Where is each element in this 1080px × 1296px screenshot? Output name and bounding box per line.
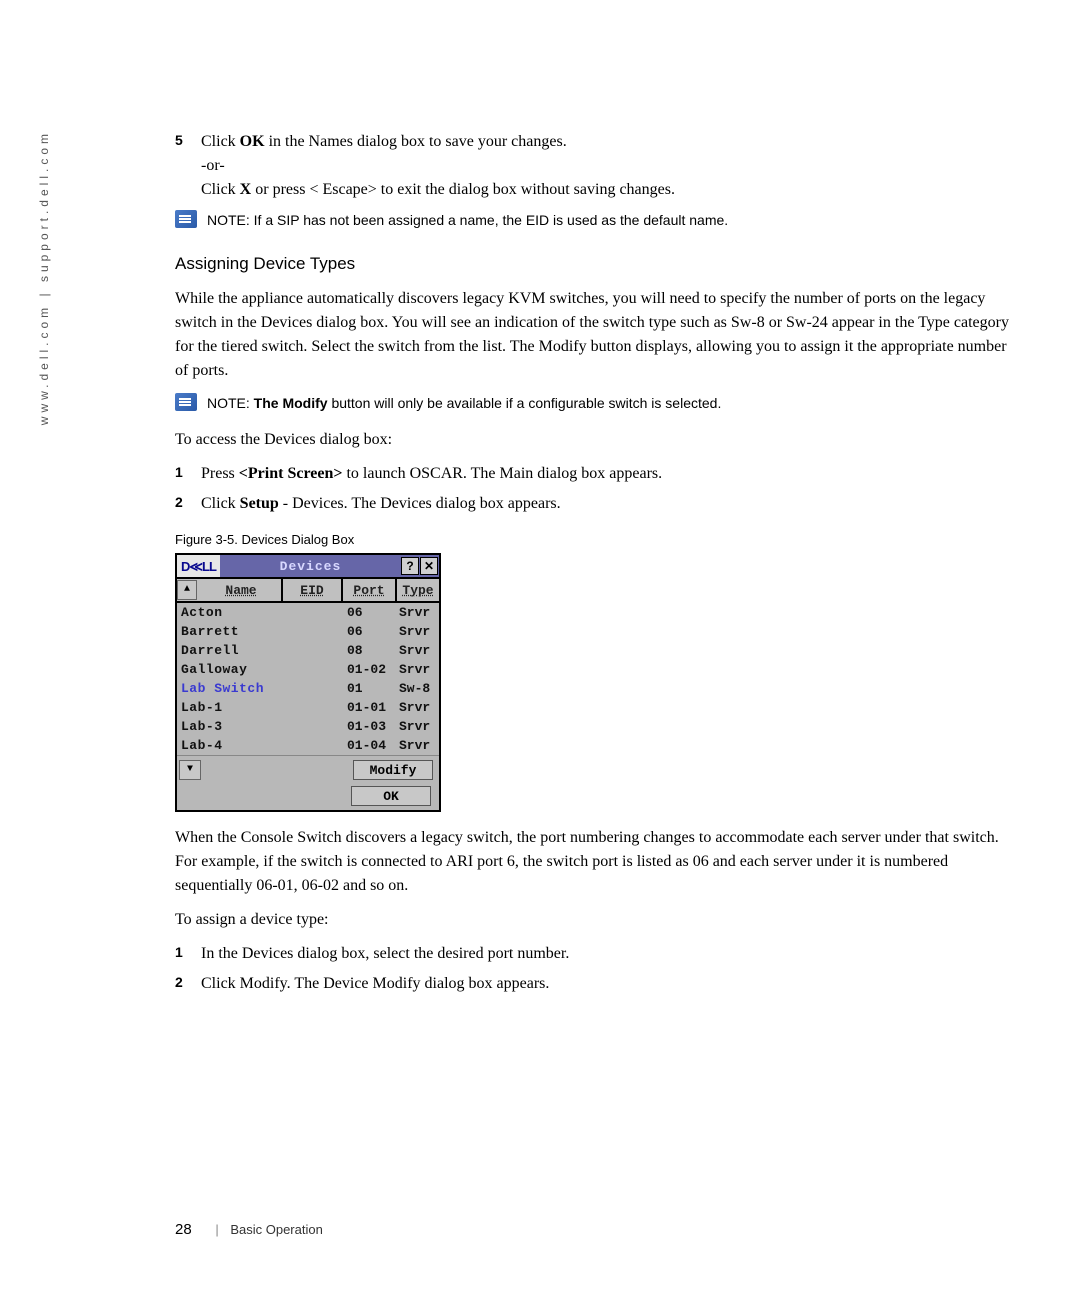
device-row[interactable]: Darrell08Srvr [177,641,439,660]
paragraph-2: When the Console Switch discovers a lega… [175,826,1020,898]
device-name: Barrett [177,625,347,638]
step-text-part: Press [201,465,239,482]
note-label: NOTE: [207,395,250,411]
paragraph-1: While the appliance automatically discov… [175,287,1020,383]
figure-caption: Figure 3-5. Devices Dialog Box [175,530,1020,550]
col-port[interactable]: Port [343,579,397,601]
help-button[interactable]: ? [401,557,419,575]
page-footer: 28 | Basic Operation [175,1219,323,1242]
device-port: 06 [347,625,399,638]
device-row[interactable]: Barrett06Srvr [177,622,439,641]
step-text-part: to launch OSCAR. The Main dialog box app… [342,465,662,482]
device-row[interactable]: Lab-301-03Srvr [177,717,439,736]
step-text-part: in the Names dialog box to save your cha… [265,133,567,150]
step-text-part: or press < Escape> to exit the dialog bo… [251,181,675,198]
note-label: NOTE: [207,212,250,228]
dialog-column-header: ▲ Name EID Port Type [177,579,439,603]
device-row[interactable]: Acton06Srvr [177,603,439,622]
dialog-titlebar: D≪LL Devices ? ✕ [177,555,439,579]
step-text-part: Click [201,495,240,512]
device-name: Acton [177,606,347,619]
sort-up-button[interactable]: ▲ [177,580,197,600]
note-2: NOTE: The Modify button will only be ava… [175,393,1020,414]
step-text: Click Modify. The Device Modify dialog b… [201,972,1020,996]
device-port: 01-03 [347,720,399,733]
side-url: www.dell.com | support.dell.com [35,130,53,425]
devices-dialog: D≪LL Devices ? ✕ ▲ Name EID Port Type Ac… [175,553,441,812]
step-text-bold: <Print Screen> [239,465,343,482]
dell-logo: D≪LL [177,555,220,577]
ok-button[interactable]: OK [351,786,431,806]
device-port: 08 [347,644,399,657]
step-text-part: - Devices. The Devices dialog box appear… [279,495,561,512]
step-number: 5 [175,130,201,202]
step-text-part: -or- [201,157,225,174]
device-type: Srvr [399,644,439,657]
device-port: 01 [347,682,399,695]
device-row[interactable]: Galloway01-02Srvr [177,660,439,679]
device-type: Srvr [399,663,439,676]
note-icon [175,393,197,411]
modify-button[interactable]: Modify [353,760,433,780]
access-line: To access the Devices dialog box: [175,428,1020,452]
note-text: button will only be available if a confi… [328,395,722,411]
device-row[interactable]: Lab-401-04Srvr [177,736,439,755]
device-name: Lab Switch [177,682,347,695]
step-text-part: Click [201,133,240,150]
step-text-part: Click [201,181,240,198]
device-name: Darrell [177,644,347,657]
device-type: Srvr [399,625,439,638]
device-type: Srvr [399,701,439,714]
step-number: 2 [175,972,201,996]
step-number: 1 [175,462,201,486]
note-bold: The Modify [250,395,328,411]
dialog-rows: Acton06SrvrBarrett06SrvrDarrell08SrvrGal… [177,603,439,755]
device-name: Lab-1 [177,701,347,714]
col-name[interactable]: Name [197,579,283,601]
page-number: 28 [175,1221,192,1238]
device-port: 06 [347,606,399,619]
device-port: 01-02 [347,663,399,676]
device-type: Srvr [399,739,439,752]
col-type[interactable]: Type [397,579,439,601]
step-number: 2 [175,492,201,516]
device-row[interactable]: Lab Switch01Sw-8 [177,679,439,698]
assign-line: To assign a device type: [175,908,1020,932]
device-type: Sw-8 [399,682,439,695]
steps-block-3: 1 In the Devices dialog box, select the … [175,942,1020,996]
step-text-bold: OK [240,133,265,150]
device-port: 01-01 [347,701,399,714]
footer-separator: | [215,1222,218,1237]
step-text: In the Devices dialog box, select the de… [201,942,1020,966]
device-name: Lab-4 [177,739,347,752]
note-text: If a SIP has not been assigned a name, t… [250,212,728,228]
steps-block-1: 5 Click OK in the Names dialog box to sa… [175,130,1020,202]
note-icon [175,210,197,228]
device-name: Lab-3 [177,720,347,733]
device-name: Galloway [177,663,347,676]
device-type: Srvr [399,606,439,619]
device-row[interactable]: Lab-101-01Srvr [177,698,439,717]
step-number: 1 [175,942,201,966]
close-button[interactable]: ✕ [420,557,438,575]
device-port: 01-04 [347,739,399,752]
section-name: Basic Operation [230,1222,323,1237]
note-1: NOTE: If a SIP has not been assigned a n… [175,210,1020,231]
step-text-bold: X [240,181,252,198]
dialog-title: Devices [220,560,401,573]
col-eid[interactable]: EID [283,579,343,601]
device-type: Srvr [399,720,439,733]
scroll-down-button[interactable]: ▼ [179,760,201,780]
subheading-assigning-device-types: Assigning Device Types [175,251,1020,277]
steps-block-2: 1 Press <Print Screen> to launch OSCAR. … [175,462,1020,516]
step-text-bold: Setup [240,495,279,512]
